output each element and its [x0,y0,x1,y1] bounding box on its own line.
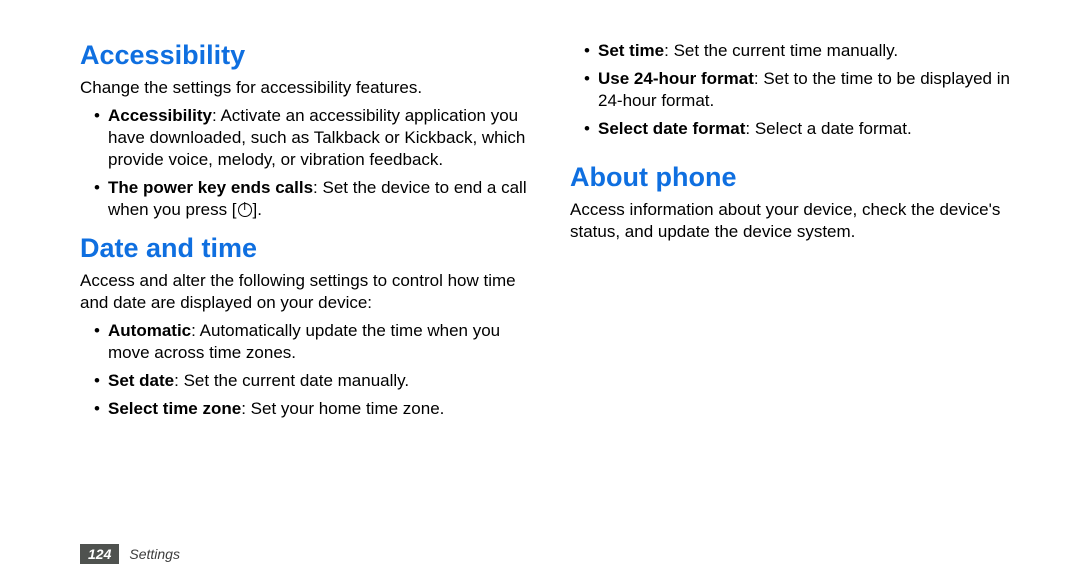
chapter-name: Settings [129,546,180,562]
list-item: The power key ends calls: Set the device… [94,177,530,221]
date-time-list: Automatic: Automatically update the time… [80,320,530,420]
item-bold: Automatic [108,321,191,340]
date-time-desc: Access and alter the following settings … [80,270,530,314]
item-text: : Set the current date manually. [174,371,409,390]
list-item: Select date format: Select a date format… [584,118,1020,140]
right-column: Set time: Set the current time manually.… [570,40,1020,520]
about-phone-desc: Access information about your device, ch… [570,199,1020,243]
left-column: Accessibility Change the settings for ac… [80,40,530,520]
page-content: Accessibility Change the settings for ac… [0,0,1080,520]
list-item: Set time: Set the current time manually. [584,40,1020,62]
item-bold: Set time [598,41,664,60]
list-item: Automatic: Automatically update the time… [94,320,530,364]
item-bold: Select time zone [108,399,241,418]
item-text: : Set the current time manually. [664,41,898,60]
heading-accessibility: Accessibility [80,40,530,71]
heading-date-time: Date and time [80,233,530,264]
item-bold: Accessibility [108,106,212,125]
item-bold: Use 24-hour format [598,69,754,88]
item-bold: The power key ends calls [108,178,313,197]
item-bold: Select date format [598,119,745,138]
item-text: : Set your home time zone. [241,399,444,418]
page-number: 124 [80,544,119,564]
accessibility-desc: Change the settings for accessibility fe… [80,77,530,99]
item-text: ]. [253,200,262,219]
list-item: Use 24-hour format: Set to the time to b… [584,68,1020,112]
page-footer: 124 Settings [80,544,180,564]
item-text: : Select a date format. [745,119,911,138]
date-time-list-cont: Set time: Set the current time manually.… [570,40,1020,140]
item-bold: Set date [108,371,174,390]
accessibility-list: Accessibility: Activate an accessibility… [80,105,530,221]
list-item: Accessibility: Activate an accessibility… [94,105,530,171]
power-icon [238,203,252,217]
heading-about-phone: About phone [570,162,1020,193]
list-item: Select time zone: Set your home time zon… [94,398,530,420]
list-item: Set date: Set the current date manually. [94,370,530,392]
